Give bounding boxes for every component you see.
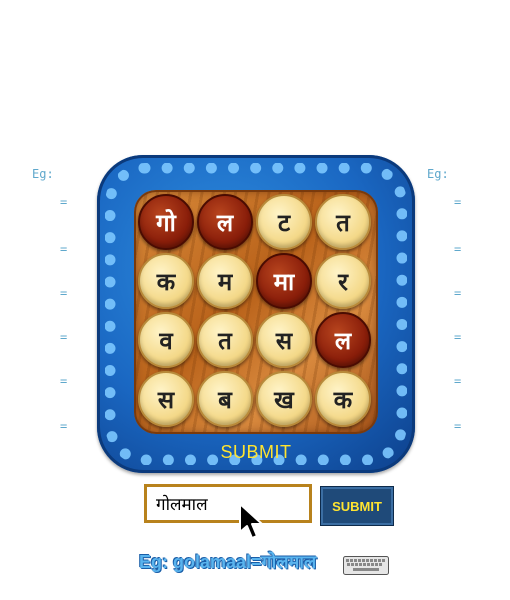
answer-input[interactable] xyxy=(144,484,312,523)
tile-r2-c3[interactable]: मा xyxy=(256,253,312,309)
tile-r2-c2[interactable]: म xyxy=(197,253,253,309)
tile-r1-c2[interactable]: ल xyxy=(197,194,253,250)
tile-r2-c4[interactable]: र xyxy=(315,253,371,309)
right-row-2: = xyxy=(454,242,462,256)
tile-r1-c1[interactable]: गो xyxy=(138,194,194,250)
mouse-pointer-icon xyxy=(239,503,263,539)
tile-r4-c3[interactable]: ख xyxy=(256,371,312,427)
right-row-1: = xyxy=(454,195,462,209)
left-row-1: = xyxy=(60,195,68,209)
tile-grid: गो ल ट त क म मा र व त स ल स ब ख क xyxy=(134,190,378,434)
tile-r3-c3[interactable]: स xyxy=(256,312,312,368)
left-row-5: = xyxy=(60,374,68,388)
right-row-3: = xyxy=(454,286,462,300)
submit-button[interactable]: SUBMIT xyxy=(320,486,394,526)
left-example-label: Eg: xyxy=(32,167,54,181)
tile-r4-c4[interactable]: क xyxy=(315,371,371,427)
tile-r3-c4[interactable]: ल xyxy=(315,312,371,368)
right-row-6: = xyxy=(454,419,462,433)
right-row-5: = xyxy=(454,374,462,388)
left-row-3: = xyxy=(60,286,68,300)
left-row-2: = xyxy=(60,242,68,256)
left-row-4: = xyxy=(60,330,68,344)
right-row-4: = xyxy=(454,330,462,344)
tile-r4-c2[interactable]: ब xyxy=(197,371,253,427)
tile-r2-c1[interactable]: क xyxy=(138,253,194,309)
tile-r1-c4[interactable]: त xyxy=(315,194,371,250)
keyboard-icon[interactable] xyxy=(343,556,389,575)
tile-r1-c3[interactable]: ट xyxy=(256,194,312,250)
tile-r3-c1[interactable]: व xyxy=(138,312,194,368)
left-row-6: = xyxy=(60,419,68,433)
game-board: गो ल ट त क म मा र व त स ल स ब ख क SUBMIT xyxy=(97,155,415,473)
right-example-label: Eg: xyxy=(427,167,449,181)
board-submit-button[interactable]: SUBMIT xyxy=(97,442,415,463)
tile-r3-c2[interactable]: त xyxy=(197,312,253,368)
tile-r4-c1[interactable]: स xyxy=(138,371,194,427)
example-hint: Eg: golamaal=गोलमाल xyxy=(139,552,317,572)
